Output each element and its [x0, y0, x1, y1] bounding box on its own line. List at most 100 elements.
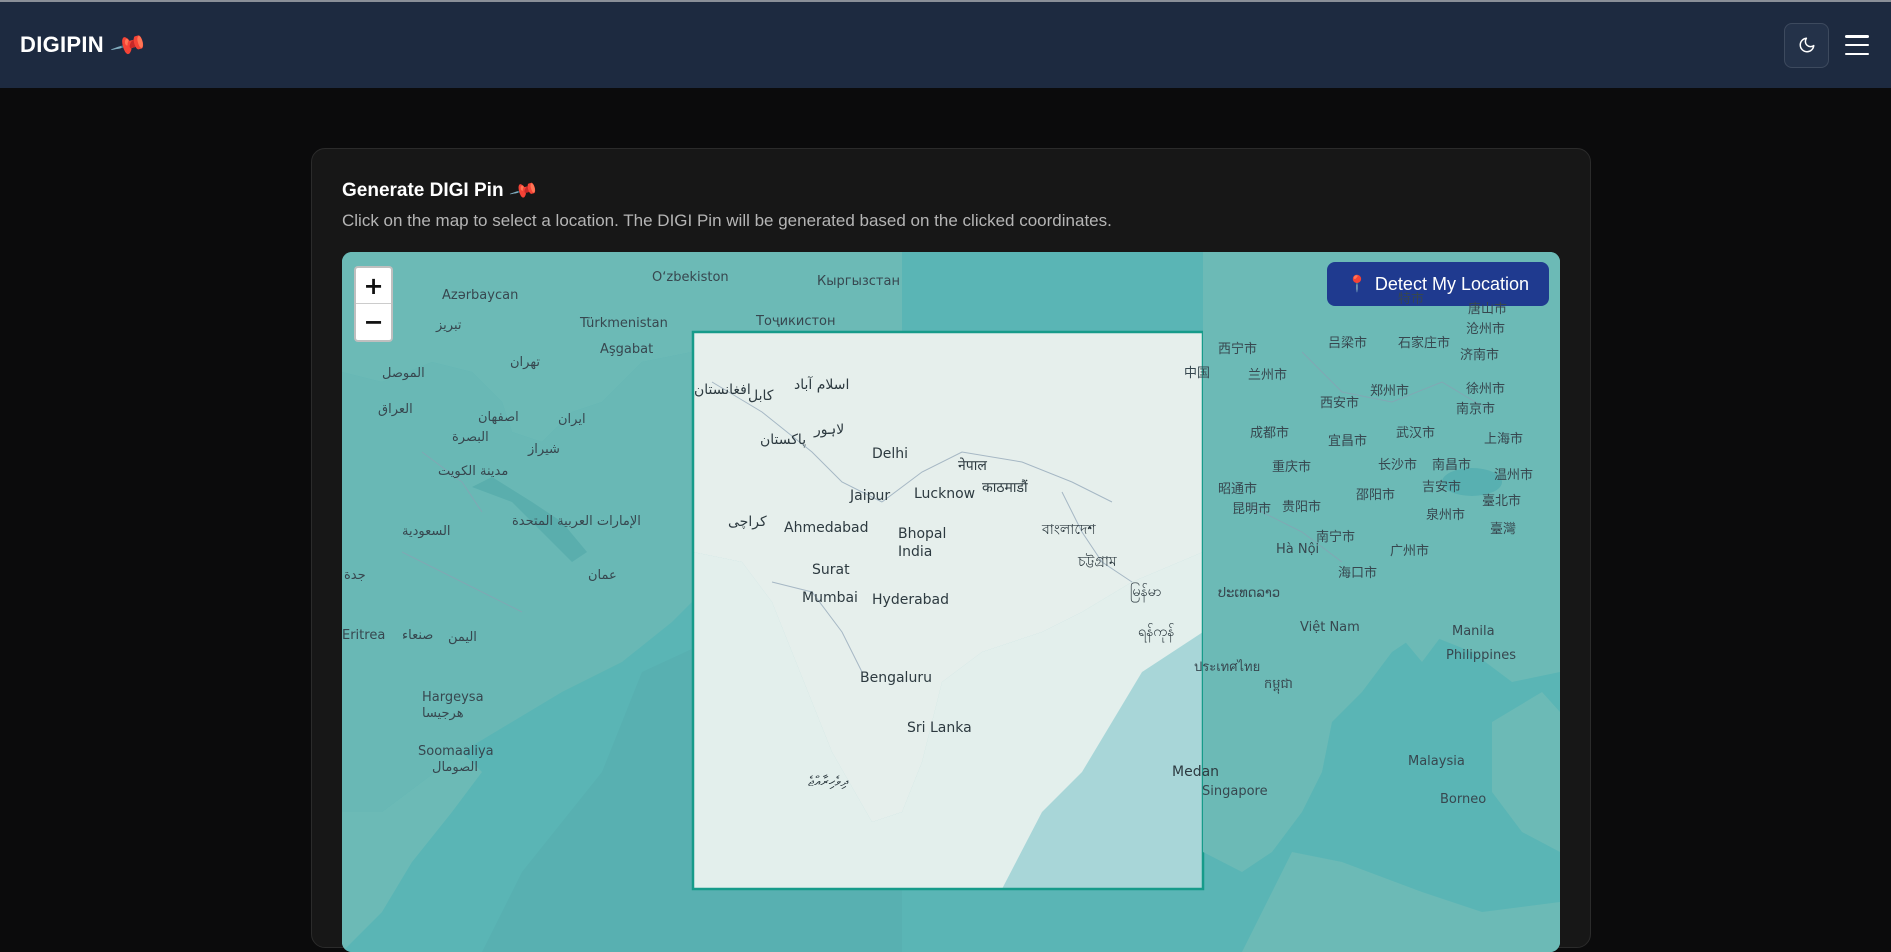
card-description: Click on the map to select a location. T… [342, 211, 1112, 230]
map-label: 兰州市 [1248, 368, 1288, 383]
map-label: Mumbai [802, 590, 858, 606]
map-label: 昭通市 [1218, 482, 1258, 497]
map-label: کابل [748, 388, 774, 404]
map-label: ދިވެހިރާއްޖެ [808, 774, 849, 790]
map-label: Eritrea [342, 628, 386, 643]
map-label: မြန်မာ [1130, 584, 1162, 600]
map-label: Malaysia [1408, 754, 1465, 769]
map-label: الموصل [382, 366, 425, 381]
map-label: Soomaaliya [418, 744, 494, 759]
map-label: Jaipur [850, 488, 891, 504]
top-navbar: DIGIPIN 📌 [0, 2, 1891, 88]
map-label: الإمارات العربية المتحدة [512, 514, 641, 529]
map-label: پاکستان [760, 432, 807, 448]
pushpin-icon: 📌 [109, 25, 149, 65]
map-label: বাংলাদেশ [1042, 522, 1096, 538]
map-label: চট্টগ্রাম [1078, 554, 1117, 570]
map-label: 海口市 [1338, 566, 1378, 581]
moon-icon [1799, 37, 1814, 53]
map-label: جدة [344, 568, 366, 583]
map-label: Philippines [1446, 648, 1517, 663]
map-label: India [898, 544, 933, 560]
map-label: Türkmenistan [580, 316, 668, 331]
map-label: 邵阳市 [1356, 488, 1396, 503]
map-label: 南宁市 [1316, 530, 1356, 545]
detect-location-button[interactable]: 📍 Detect My Location [1327, 262, 1549, 306]
brand[interactable]: DIGIPIN 📌 [20, 26, 149, 64]
brand-title: DIGIPIN [20, 32, 104, 57]
pushpin-icon: 📌 [507, 176, 539, 207]
map-label: កម្ពុជា [1264, 677, 1293, 692]
map-label: Azərbaycan [442, 288, 519, 303]
navbar-actions [1784, 22, 1871, 68]
map-label: 西安市 [1320, 396, 1360, 411]
map-label: 唐山市 [1468, 302, 1508, 317]
map-label: اليمن [448, 630, 477, 645]
hamburger-menu-icon[interactable] [1843, 31, 1871, 59]
map-label: اصفهان [478, 410, 519, 425]
map-label: Hà Nội [1276, 542, 1320, 557]
map-label: 成都市 [1250, 426, 1290, 441]
map-label: Aşgabat [600, 342, 654, 357]
map-label: Lucknow [914, 486, 976, 502]
map-label: لاہور [814, 422, 845, 438]
map-label: काठमाडौं [982, 480, 1028, 496]
map-label: Việt Nam [1300, 620, 1360, 635]
map-label: Borneo [1440, 792, 1487, 807]
map-label: 宜昌市 [1328, 434, 1368, 449]
map-label: العراق [378, 402, 413, 417]
map-label: 昆明市 [1232, 502, 1272, 517]
map-label: صنعاء [402, 628, 434, 643]
map-label: مدينة الكويت [438, 464, 509, 479]
map-label: Hargeysa [422, 690, 484, 705]
map-label: Hyderabad [872, 592, 949, 608]
map-label: Ahmedabad [784, 520, 869, 536]
generate-digipin-card: Generate DIGI Pin 📌 Click on the map to … [311, 148, 1591, 952]
map-label: تبریز [436, 318, 462, 333]
map-label: افغانستان [694, 382, 751, 398]
map-label: 徐州市 [1466, 382, 1506, 397]
map-label: Singapore [1202, 784, 1268, 799]
map-label: 南京市 [1456, 402, 1496, 417]
map-label: Delhi [872, 446, 909, 462]
map-label: Manila [1452, 624, 1495, 639]
map-label: 吉安市 [1422, 480, 1462, 495]
map-label: 西宁市 [1218, 342, 1258, 357]
map-label: 长沙市 [1378, 458, 1418, 473]
map-label: 石家庄市 [1398, 336, 1451, 351]
zoom-out-button[interactable]: − [356, 304, 391, 340]
map-label: ประเทศไทย [1194, 660, 1261, 675]
map-label: 中国 [1184, 366, 1211, 381]
map-label: الصومال [432, 760, 478, 775]
theme-toggle-button[interactable] [1784, 22, 1829, 68]
map-label: 吕梁市 [1328, 336, 1368, 351]
map-label: ປະເທດລາວ [1218, 586, 1281, 601]
map-label: 臺北市 [1482, 494, 1522, 509]
map-label: کراچی [728, 514, 767, 530]
map-label: شیراز [528, 442, 560, 457]
map-label: 广州市 [1390, 544, 1430, 559]
map-label: Oʻzbekiston [652, 270, 729, 285]
map-label: 南昌市 [1432, 458, 1472, 473]
map-label: Surat [812, 562, 850, 578]
zoom-in-button[interactable]: + [356, 268, 391, 304]
map-label: 臺灣 [1490, 522, 1517, 537]
round-pushpin-icon: 📍 [1347, 276, 1367, 293]
map-label: اسلام آباد [794, 377, 850, 393]
map-label: Тоҷикистон [756, 314, 836, 329]
map-label: هرجيسا [422, 706, 464, 721]
map-label: 济南市 [1460, 348, 1500, 363]
map-label: 温州市 [1494, 468, 1534, 483]
map-canvas[interactable]: + − 📍 Detect My Location Azərbaycan Oʻzb… [342, 252, 1560, 952]
map-label: 贵阳市 [1282, 500, 1322, 515]
card-title-text: Generate DIGI Pin [342, 180, 504, 201]
map-label: 泉州市 [1426, 508, 1466, 523]
map-label: 郑州市 [1370, 384, 1410, 399]
map-label: Sri Lanka [907, 720, 972, 736]
map-label: 上海市 [1484, 432, 1524, 447]
zoom-control: + − [354, 266, 393, 342]
map-label: تهران [510, 355, 540, 370]
map-label: Medan [1172, 764, 1220, 780]
map-label: ایران [558, 412, 586, 427]
map-label: Bengaluru [860, 670, 932, 686]
